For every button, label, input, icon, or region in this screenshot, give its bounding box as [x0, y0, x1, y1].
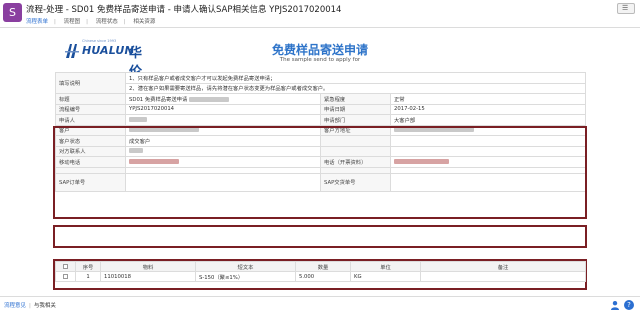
- sap-delivery-input[interactable]: [389, 172, 587, 192]
- col-header-remark: 备注: [420, 261, 586, 272]
- bottom-links: 流程意见 | 与我相关: [4, 301, 56, 309]
- tab-separator: |: [54, 19, 56, 25]
- cell-unit: KG: [350, 271, 421, 282]
- form-subtitle: The sample send to apply for: [279, 57, 361, 63]
- app-logo-icon: S: [3, 3, 22, 22]
- select-all-checkbox[interactable]: [55, 261, 76, 272]
- col-header-qty: 数量: [295, 261, 351, 272]
- tab-bar: 流程表单 | 流程图 | 流程状态 | 相关资源: [26, 17, 161, 25]
- flow-number-label: 流程编号: [55, 103, 126, 115]
- bottom-bar: 流程意见 | 与我相关 ?: [0, 296, 640, 313]
- cell-short-text: S-150（聚≤1%）: [195, 271, 296, 282]
- customer-field[interactable]: [125, 124, 321, 136]
- redacted-text: [394, 158, 449, 164]
- mobile-label: 移动电话: [55, 156, 126, 168]
- notes-line-2: 2、潜在客户如果需要寄送样品，请先将潜在客户状态变更为样品客户或者成交客户。: [124, 82, 587, 94]
- redacted-text: [129, 148, 143, 154]
- department-label: 申请部门: [320, 114, 391, 126]
- redacted-text: [188, 96, 229, 102]
- checkbox-icon: [63, 263, 68, 269]
- checkbox-icon: [63, 273, 68, 279]
- col-header-short-text: 短文本: [195, 261, 296, 272]
- cell-remark[interactable]: [420, 271, 586, 282]
- redacted-text: [129, 158, 179, 164]
- tab-form[interactable]: 流程表单: [26, 19, 48, 25]
- urgency-value[interactable]: 正常: [389, 93, 587, 105]
- col-header-material: 物料: [100, 261, 196, 272]
- user-icon[interactable]: [610, 300, 620, 310]
- table-row: 1 11010018 S-150（聚≤1%） 5.000 KG: [55, 271, 586, 282]
- title-field[interactable]: SD01 免费样品寄送申请: [125, 93, 321, 105]
- link-separator: |: [29, 303, 31, 309]
- menu-icon: ☰: [622, 4, 629, 12]
- contact-label: 对方联系人: [55, 145, 126, 157]
- tab-separator: |: [123, 19, 126, 25]
- empty-label: [320, 145, 391, 157]
- apply-date-value: 2017-02-15: [389, 103, 587, 115]
- window-title: 流程-处理 - SD01 免费样品寄送申请 - 申请人确认SAP相关信息 YPJ…: [26, 5, 342, 15]
- customer-status-label: 客户状态: [55, 135, 126, 147]
- tab-flowchart[interactable]: 流程图: [64, 19, 81, 25]
- urgency-label: 紧急程度: [320, 93, 391, 105]
- highlight-sap-section: [53, 225, 587, 248]
- row-checkbox[interactable]: [55, 271, 76, 282]
- delivery-address-field[interactable]: [389, 124, 587, 136]
- phone-field[interactable]: [389, 156, 587, 168]
- customer-label: 客户: [55, 124, 126, 136]
- cell-qty[interactable]: 5.000: [295, 271, 351, 282]
- link-opinions[interactable]: 流程意见: [4, 303, 26, 309]
- sap-order-label: SAP订单号: [55, 172, 126, 192]
- top-bar: S 流程-处理 - SD01 免费样品寄送申请 - 申请人确认SAP相关信息 Y…: [0, 0, 640, 28]
- form-title: 免费样品寄送申请: [271, 43, 368, 57]
- tab-status[interactable]: 流程状态: [96, 19, 118, 25]
- delivery-address-label: 客户方地址: [320, 124, 391, 136]
- title-value: SD01 免费样品寄送申请: [129, 96, 188, 103]
- notes-line-1: 1、只有样品客户或者成交客户才可以发起免费样品寄送申请；: [124, 72, 587, 84]
- mobile-field[interactable]: [125, 156, 321, 168]
- col-header-unit: 单位: [350, 261, 421, 272]
- empty-value: [389, 145, 587, 157]
- title-label: 标题: [55, 93, 126, 105]
- sap-order-input[interactable]: [125, 172, 321, 192]
- flow-number-value: YPJS2017020014: [125, 103, 321, 115]
- empty-value: [389, 135, 587, 147]
- menu-button[interactable]: ☰: [617, 3, 635, 14]
- items-table: 序号 物料 短文本 数量 单位 备注 1 11010018 S-150（聚≤1%…: [55, 261, 586, 282]
- notes-label: 填写说明: [55, 72, 126, 94]
- customer-status-value: 成交客户: [125, 135, 321, 147]
- redacted-text: [394, 127, 474, 133]
- phone-label: 电话（开票资料）: [320, 156, 391, 168]
- cell-no: 1: [75, 271, 101, 282]
- link-related[interactable]: 与我相关: [34, 303, 56, 309]
- contact-field[interactable]: [125, 145, 321, 157]
- form-table: 填写说明 1、只有样品客户或者成交客户才可以发起免费样品寄送申请； 2、潜在客户…: [55, 72, 587, 192]
- redacted-text: [129, 116, 147, 122]
- form-content: Chinese since 1993 HUALUN 华伦 免费样品寄送申请 Th…: [50, 28, 590, 296]
- applicant-value: [125, 114, 321, 126]
- cell-material[interactable]: 11010018: [100, 271, 196, 282]
- tab-resources[interactable]: 相关资源: [133, 19, 155, 25]
- empty-label: [320, 135, 391, 147]
- apply-date-label: 申请日期: [320, 103, 391, 115]
- help-icon[interactable]: ?: [624, 300, 634, 310]
- tab-separator: |: [86, 19, 88, 25]
- department-value: 大客户部: [389, 114, 587, 126]
- applicant-label: 申请人: [55, 114, 126, 126]
- col-header-no: 序号: [75, 261, 101, 272]
- sap-delivery-label: SAP交货单号: [320, 172, 391, 192]
- redacted-text: [129, 127, 199, 133]
